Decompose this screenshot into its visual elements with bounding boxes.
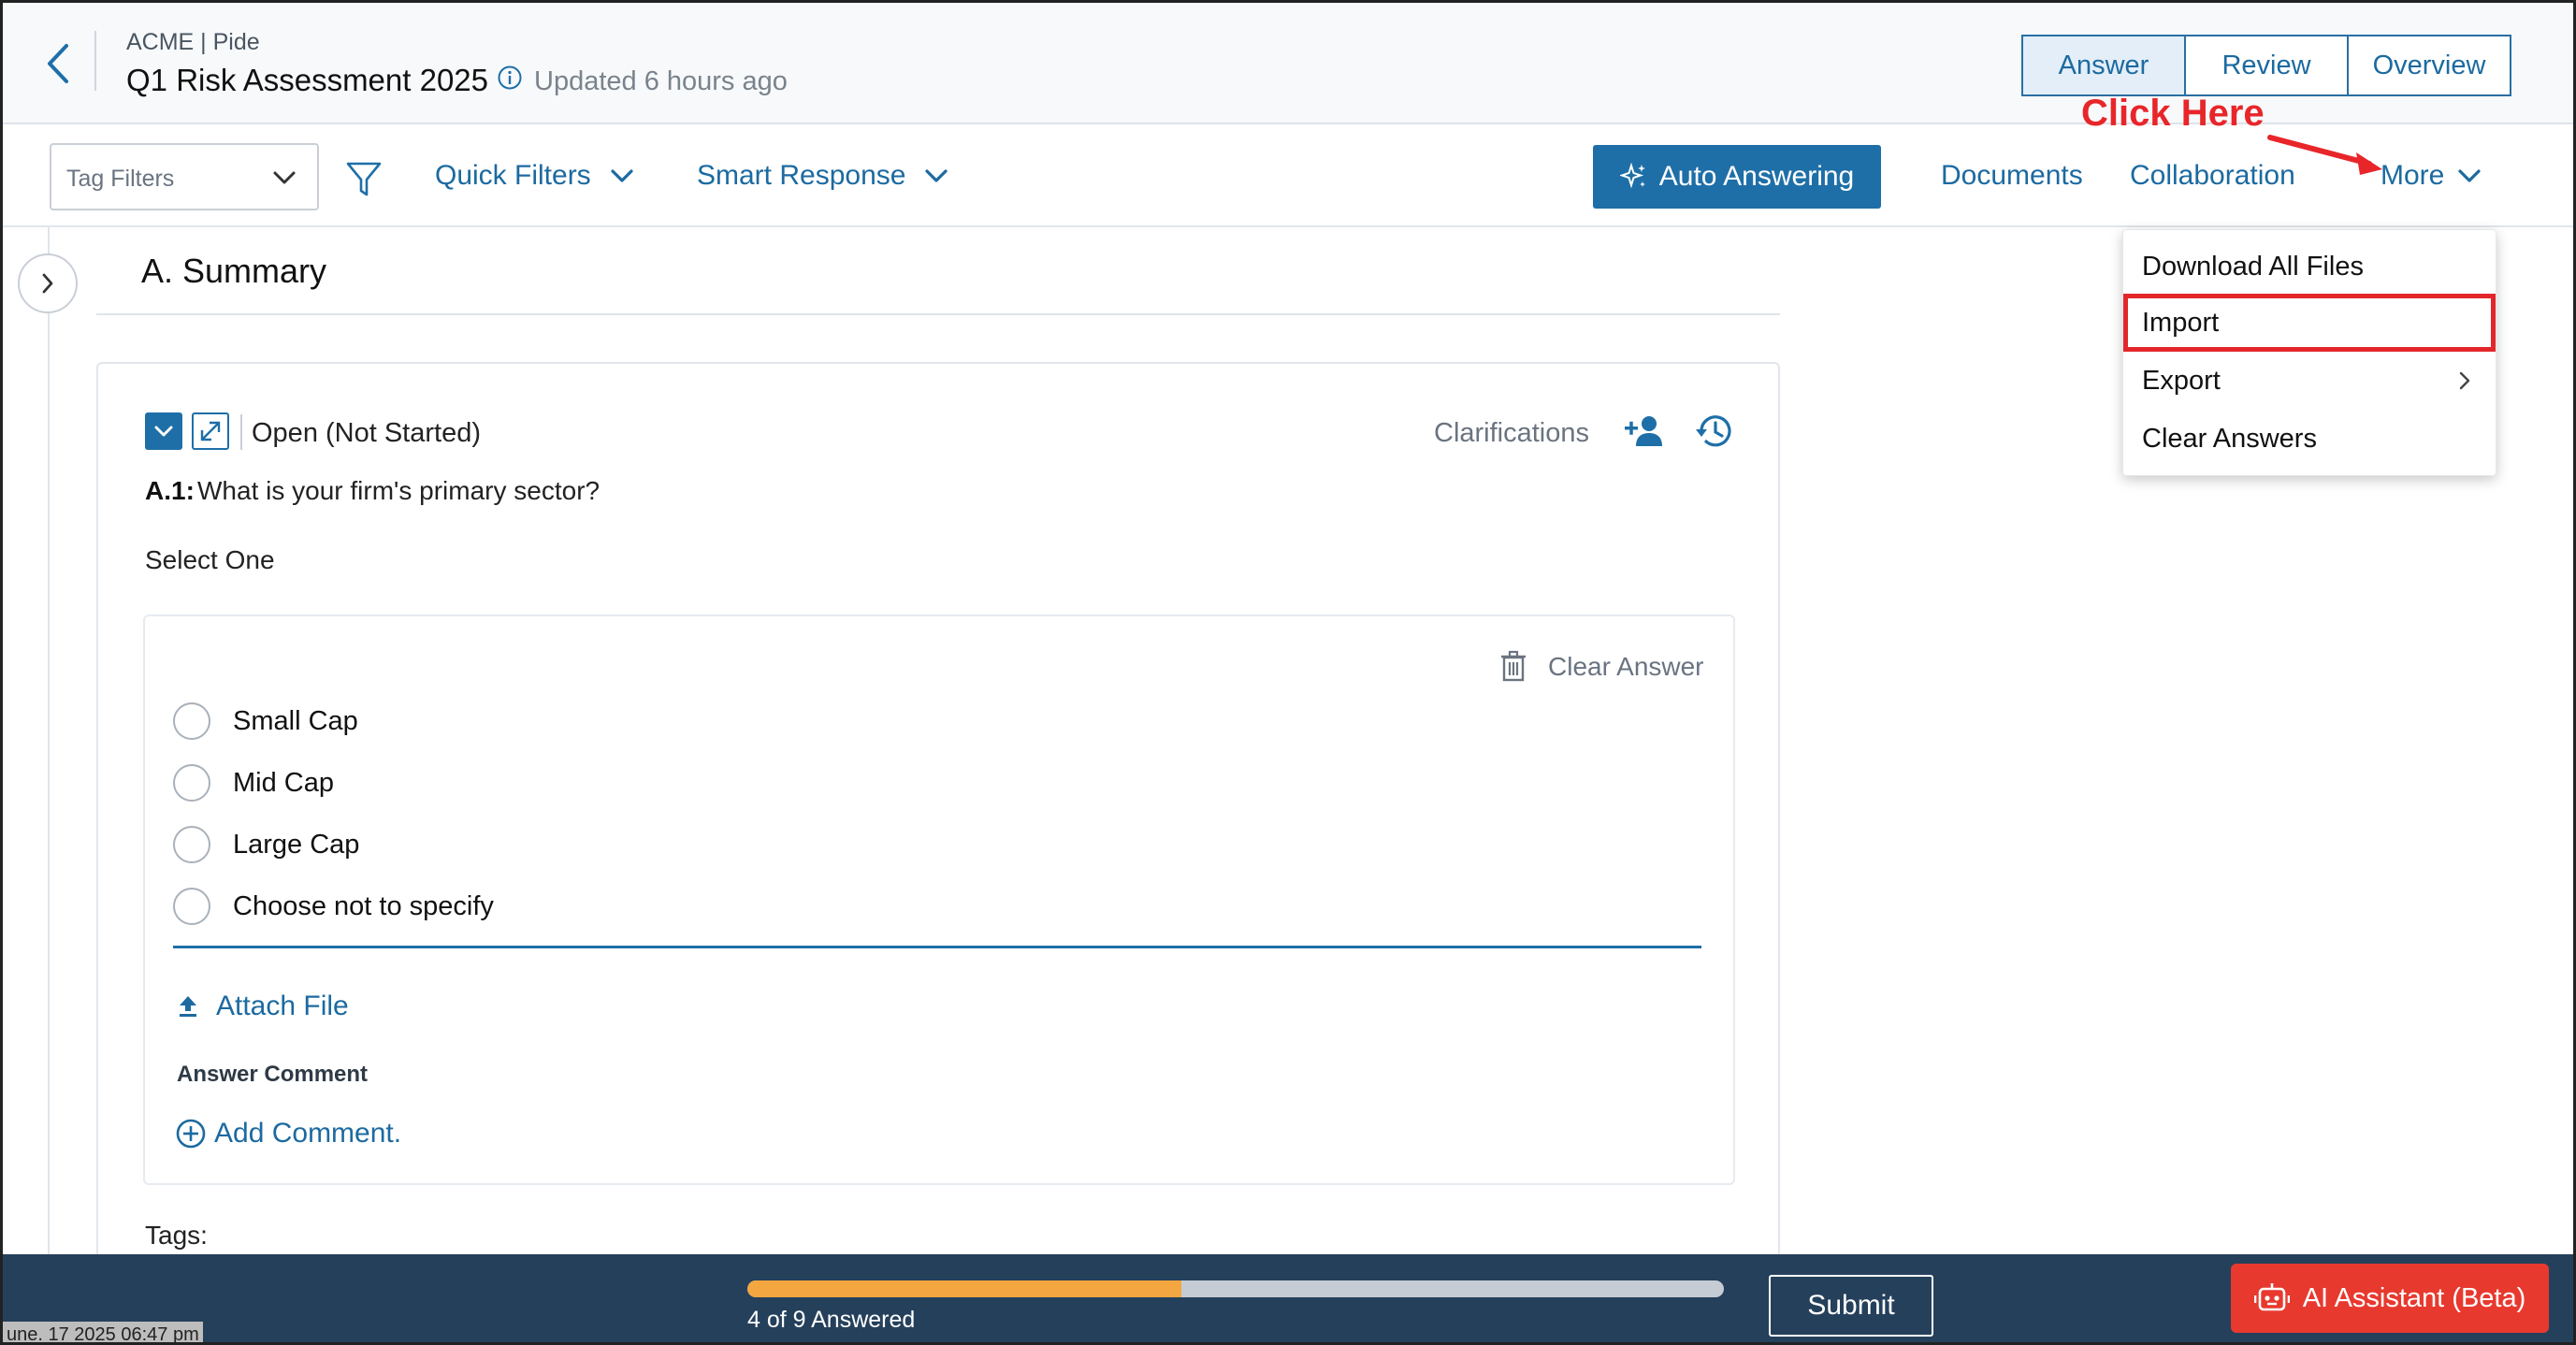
add-comment-label: Add Comment. [214, 1118, 402, 1149]
section-divider [96, 313, 1780, 315]
upload-icon [180, 996, 196, 1017]
tab-review[interactable]: Review [2184, 35, 2349, 96]
question-number: A.1: [145, 476, 195, 505]
timestamp-overlay: une. 17 2025 06:47 pm [3, 1322, 203, 1342]
auto-answering-button[interactable]: Auto Answering [1593, 145, 1881, 209]
breadcrumb[interactable]: ACME | Pide [126, 29, 260, 56]
chevron-right-icon [42, 273, 53, 294]
add-comment-button[interactable]: Add Comment. [175, 1118, 401, 1150]
expand-button[interactable] [192, 412, 229, 450]
answer-box: Clear Answer Small Cap Mid Cap Large Cap… [143, 615, 1735, 1185]
sidebar-toggle[interactable] [18, 253, 78, 313]
tags-label: Tags: [145, 1221, 208, 1250]
attach-file-button[interactable]: Attach File [177, 991, 349, 1022]
progress-label: 4 of 9 Answered [747, 1307, 916, 1333]
header-divider [94, 31, 96, 91]
quick-filters-label: Quick Filters [435, 160, 591, 191]
smart-response-dropdown[interactable]: Smart Response [697, 160, 948, 192]
expand-icon [200, 421, 221, 441]
menu-item-download-all-files[interactable]: Download All Files [2123, 238, 2496, 296]
radio-button[interactable] [173, 888, 210, 925]
auto-answering-label: Auto Answering [1658, 161, 1855, 192]
radio-button[interactable] [173, 826, 210, 863]
view-tabs: Answer Review Overview [2021, 35, 2511, 96]
smart-response-label: Smart Response [697, 160, 906, 191]
tab-overview[interactable]: Overview [2347, 35, 2511, 96]
plus-circle-icon [176, 1119, 206, 1149]
radio-button[interactable] [173, 764, 210, 802]
section-title: A. Summary [141, 252, 327, 290]
option-choose-not-to-specify[interactable]: Choose not to specify [173, 888, 494, 925]
toolbar: Tag Filters Quick Filters Smart Response… [3, 126, 2573, 227]
chevron-down-icon [273, 171, 296, 184]
tag-filters-placeholder: Tag Filters [66, 166, 175, 192]
collapse-toggle[interactable] [145, 412, 182, 450]
app-window: ACME | Pide Q1 Risk Assessment 2025 Upda… [0, 0, 2576, 1345]
answer-underline [173, 946, 1701, 948]
history-icon[interactable] [1694, 411, 1735, 452]
option-label: Choose not to specify [233, 890, 494, 921]
option-mid-cap[interactable]: Mid Cap [173, 764, 334, 802]
option-label: Large Cap [233, 829, 360, 860]
chevron-left-icon[interactable] [40, 40, 78, 87]
chevron-down-icon [2458, 169, 2481, 182]
question-card: Open (Not Started) Clarifications A.1: W… [96, 362, 1780, 1279]
chevron-right-icon [2459, 371, 2470, 390]
option-label: Mid Cap [233, 767, 334, 798]
tag-filters-select[interactable]: Tag Filters [50, 143, 319, 210]
page-title: Q1 Risk Assessment 2025 [126, 63, 489, 97]
tab-answer[interactable]: Answer [2021, 35, 2186, 96]
more-menu-button[interactable]: More [2381, 160, 2482, 192]
funnel-icon[interactable] [345, 160, 383, 199]
radio-button[interactable] [173, 702, 210, 740]
menu-item-label: Clear Answers [2142, 423, 2317, 454]
answer-instruction: Select One [145, 545, 275, 574]
progress-fill [747, 1280, 1181, 1297]
progress-bar [747, 1280, 1724, 1297]
menu-item-import[interactable]: Import [2123, 294, 2496, 352]
status-badge[interactable]: Open (Not Started) [252, 418, 481, 449]
submit-button[interactable]: Submit [1769, 1275, 1933, 1337]
question-text: What is your firm's primary sector? [197, 476, 601, 505]
option-label: Small Cap [233, 705, 358, 736]
more-label: More [2381, 160, 2445, 191]
left-rail [48, 227, 50, 1256]
answer-comment-label: Answer Comment [177, 1062, 369, 1087]
status-divider [240, 414, 242, 450]
menu-item-label: Download All Files [2142, 251, 2364, 282]
chevron-down-icon [154, 426, 173, 437]
ai-assistant-button[interactable]: AI Assistant (Beta) [2231, 1264, 2549, 1333]
option-large-cap[interactable]: Large Cap [173, 826, 359, 863]
menu-item-clear-answers[interactable]: Clear Answers [2123, 410, 2496, 468]
documents-link[interactable]: Documents [1941, 160, 2083, 192]
more-dropdown-menu: Download All Files Import Export Clear A… [2122, 229, 2496, 476]
robot-icon [2253, 1283, 2290, 1311]
menu-item-export[interactable]: Export [2123, 352, 2496, 410]
clarifications-link[interactable]: Clarifications [1434, 418, 1589, 449]
chevron-down-icon [925, 169, 948, 182]
footer-bar: 4 of 9 Answered Submit AI Assistant (Bet… [3, 1254, 2573, 1342]
info-icon[interactable] [497, 65, 523, 91]
attach-file-label: Attach File [216, 991, 349, 1021]
sparkle-icon [1619, 163, 1645, 189]
menu-item-label: Import [2142, 307, 2220, 338]
red-arrow-icon [2267, 135, 2382, 175]
clear-answer-button[interactable]: Clear Answer [1548, 652, 1704, 682]
chevron-down-icon [611, 169, 633, 182]
updated-text: Updated 6 hours ago [534, 66, 788, 96]
person-add-icon[interactable] [1623, 412, 1666, 450]
trash-icon[interactable] [1499, 650, 1527, 682]
documents-label: Documents [1941, 160, 2083, 191]
quick-filters-dropdown[interactable]: Quick Filters [435, 160, 634, 192]
menu-item-label: Export [2142, 365, 2221, 396]
click-here-annotation: Click Here [2081, 93, 2265, 134]
option-small-cap[interactable]: Small Cap [173, 702, 358, 740]
ai-assistant-label: AI Assistant (Beta) [2302, 1282, 2526, 1313]
